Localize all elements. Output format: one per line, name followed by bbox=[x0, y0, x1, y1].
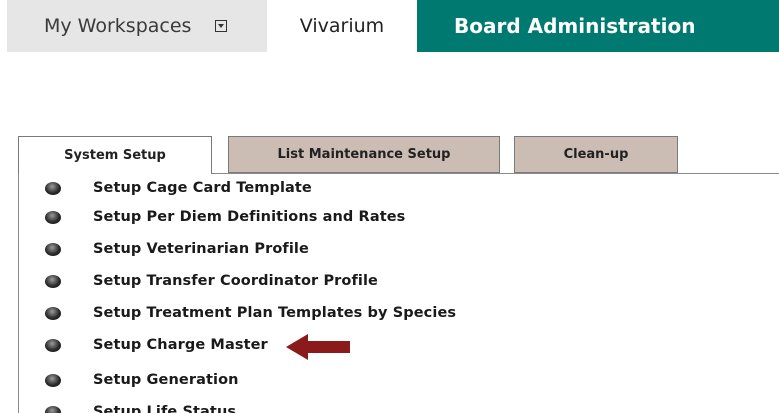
list-item-label[interactable]: Setup Per Diem Definitions and Rates bbox=[93, 209, 405, 225]
bullet-icon bbox=[45, 181, 61, 195]
tab-list-maintenance-setup[interactable]: List Maintenance Setup bbox=[228, 136, 500, 173]
bullet-icon bbox=[45, 306, 61, 320]
board-administration-tab[interactable]: Board Administration bbox=[417, 0, 779, 52]
tab-clean-up[interactable]: Clean-up bbox=[514, 136, 678, 173]
list-item-label[interactable]: Setup Life Status bbox=[93, 404, 236, 413]
list-item-setup-treatment-plan-templates[interactable]: Setup Treatment Plan Templates by Specie… bbox=[18, 297, 618, 329]
arrow-shape bbox=[286, 334, 350, 360]
list-item-label[interactable]: Setup Treatment Plan Templates by Specie… bbox=[93, 305, 456, 321]
bullet-icon bbox=[45, 242, 61, 256]
arrow-icon bbox=[286, 334, 350, 360]
top-navigation: My Workspaces Vivarium Board Administrat… bbox=[7, 0, 779, 52]
bullet-icon bbox=[45, 373, 61, 387]
my-workspaces-label: My Workspaces bbox=[44, 15, 192, 37]
my-workspaces-menu[interactable]: My Workspaces bbox=[7, 0, 267, 52]
dropdown-icon[interactable] bbox=[215, 20, 228, 32]
tab-system-setup[interactable]: System Setup bbox=[18, 136, 212, 174]
setup-tabs: System Setup List Maintenance Setup Clea… bbox=[18, 136, 779, 174]
bullet-icon bbox=[45, 405, 61, 413]
list-item-label[interactable]: Setup Generation bbox=[93, 372, 239, 388]
list-item-setup-life-status[interactable]: Setup Life Status bbox=[18, 396, 618, 413]
bullet-icon bbox=[45, 274, 61, 288]
list-item-setup-per-diem[interactable]: Setup Per Diem Definitions and Rates bbox=[18, 201, 618, 233]
list-item-label[interactable]: Setup Transfer Coordinator Profile bbox=[93, 273, 378, 289]
bullet-icon bbox=[45, 338, 61, 352]
list-item-label[interactable]: Setup Cage Card Template bbox=[93, 180, 312, 196]
list-item-label[interactable]: Setup Charge Master bbox=[93, 337, 268, 353]
bullet-icon bbox=[45, 210, 61, 224]
system-setup-list: Setup Cage Card Template Setup Per Diem … bbox=[18, 174, 779, 413]
vivarium-tab[interactable]: Vivarium bbox=[267, 0, 417, 52]
list-item-setup-veterinarian-profile[interactable]: Setup Veterinarian Profile bbox=[18, 233, 618, 265]
list-item-setup-transfer-coordinator[interactable]: Setup Transfer Coordinator Profile bbox=[18, 265, 618, 297]
list-item-label[interactable]: Setup Veterinarian Profile bbox=[93, 241, 309, 257]
list-item-setup-cage-card-template[interactable]: Setup Cage Card Template bbox=[18, 174, 618, 204]
list-item-setup-generation[interactable]: Setup Generation bbox=[18, 364, 618, 396]
